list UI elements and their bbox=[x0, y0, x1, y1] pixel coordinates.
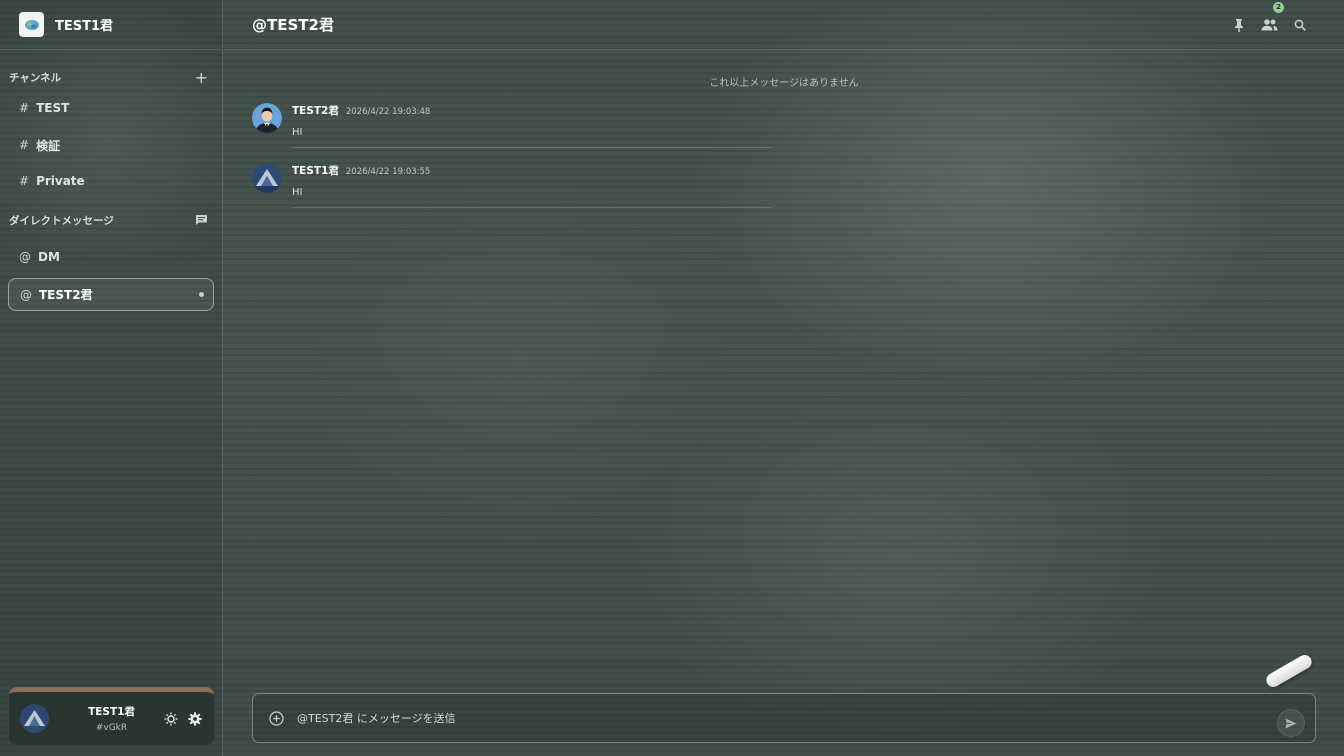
server-name: TEST1君 bbox=[55, 19, 114, 34]
server-logo-icon bbox=[19, 12, 44, 37]
sidebar-item-dm-dm[interactable]: @ DM bbox=[8, 242, 214, 272]
dm-label: TEST2君 bbox=[39, 288, 93, 302]
server-header[interactable]: TEST1君 bbox=[0, 0, 222, 50]
sidebar-item-dm-test2[interactable]: @ TEST2君 bbox=[8, 278, 214, 311]
user-panel: TEST1君 #vGkR bbox=[9, 687, 214, 745]
chat-header: @TEST2君 2 bbox=[224, 0, 1344, 50]
page-title: @TEST2君 bbox=[252, 16, 334, 34]
channels-section-header: チャンネル + bbox=[0, 67, 222, 87]
message-text: HI bbox=[292, 187, 303, 198]
message-composer bbox=[252, 693, 1316, 743]
message-timestamp: 2026/4/22 19:03:55 bbox=[345, 167, 431, 177]
message-text: HI bbox=[292, 127, 303, 138]
user-name: TEST1君 bbox=[88, 706, 135, 718]
attach-plus-icon[interactable] bbox=[269, 710, 284, 726]
sidebar-item-channel-kensho[interactable]: # 検証 bbox=[8, 130, 214, 160]
member-count-badge: 2 bbox=[1273, 1, 1284, 13]
pin-icon[interactable] bbox=[1233, 18, 1245, 32]
sidebar-item-channel-private[interactable]: # Private bbox=[8, 166, 214, 196]
message-author[interactable]: TEST1君 bbox=[292, 163, 339, 178]
user-info: TEST1君 #vGkR bbox=[59, 704, 164, 733]
message-item: TEST2君 2026/4/22 19:03:48 HI bbox=[252, 103, 772, 148]
hash-icon: # bbox=[19, 138, 30, 152]
close-dm-dot-icon[interactable] bbox=[199, 292, 204, 297]
theme-toggle-sun-icon[interactable] bbox=[164, 712, 178, 726]
at-icon: @ bbox=[20, 287, 32, 302]
channel-label: TEST bbox=[36, 101, 70, 115]
hash-icon: # bbox=[19, 174, 30, 188]
add-channel-icon[interactable]: + bbox=[195, 68, 208, 87]
message-timestamp: 2026/4/22 19:03:48 bbox=[345, 107, 431, 117]
search-icon[interactable] bbox=[1294, 19, 1306, 31]
at-icon: @ bbox=[19, 250, 31, 264]
channel-label: 検証 bbox=[36, 138, 61, 153]
message-divider bbox=[292, 147, 772, 148]
main-chat: @TEST2君 2 これ以上メッセージはありません TEST2君 2026/4/… bbox=[224, 0, 1344, 756]
channels-heading: チャンネル bbox=[9, 71, 62, 84]
avatar[interactable] bbox=[252, 103, 282, 133]
avatar[interactable] bbox=[252, 163, 282, 193]
message-item: TEST1君 2026/4/22 19:03:55 HI bbox=[252, 163, 772, 208]
message-author[interactable]: TEST2君 bbox=[292, 103, 339, 118]
message-divider bbox=[292, 207, 772, 208]
chalk-decoration bbox=[1263, 652, 1315, 690]
dm-label: DM bbox=[38, 250, 60, 264]
new-dm-icon[interactable] bbox=[195, 214, 208, 226]
members-icon[interactable] bbox=[1261, 18, 1278, 31]
avatar[interactable] bbox=[20, 704, 49, 733]
message-input[interactable] bbox=[297, 711, 1277, 725]
sidebar-item-channel-test[interactable]: # TEST bbox=[8, 93, 214, 123]
dm-section-header: ダイレクトメッセージ bbox=[0, 210, 222, 230]
sidebar: TEST1君 チャンネル + # TEST # 検証 # Private ダイレ… bbox=[0, 0, 223, 756]
user-tag: #vGkR bbox=[95, 723, 128, 733]
no-more-messages: これ以上メッセージはありません bbox=[709, 78, 859, 89]
hash-icon: # bbox=[19, 101, 30, 115]
send-icon[interactable] bbox=[1277, 709, 1305, 737]
settings-gear-icon[interactable] bbox=[188, 711, 202, 726]
dm-heading: ダイレクトメッセージ bbox=[9, 214, 114, 227]
channel-label: Private bbox=[36, 174, 85, 188]
